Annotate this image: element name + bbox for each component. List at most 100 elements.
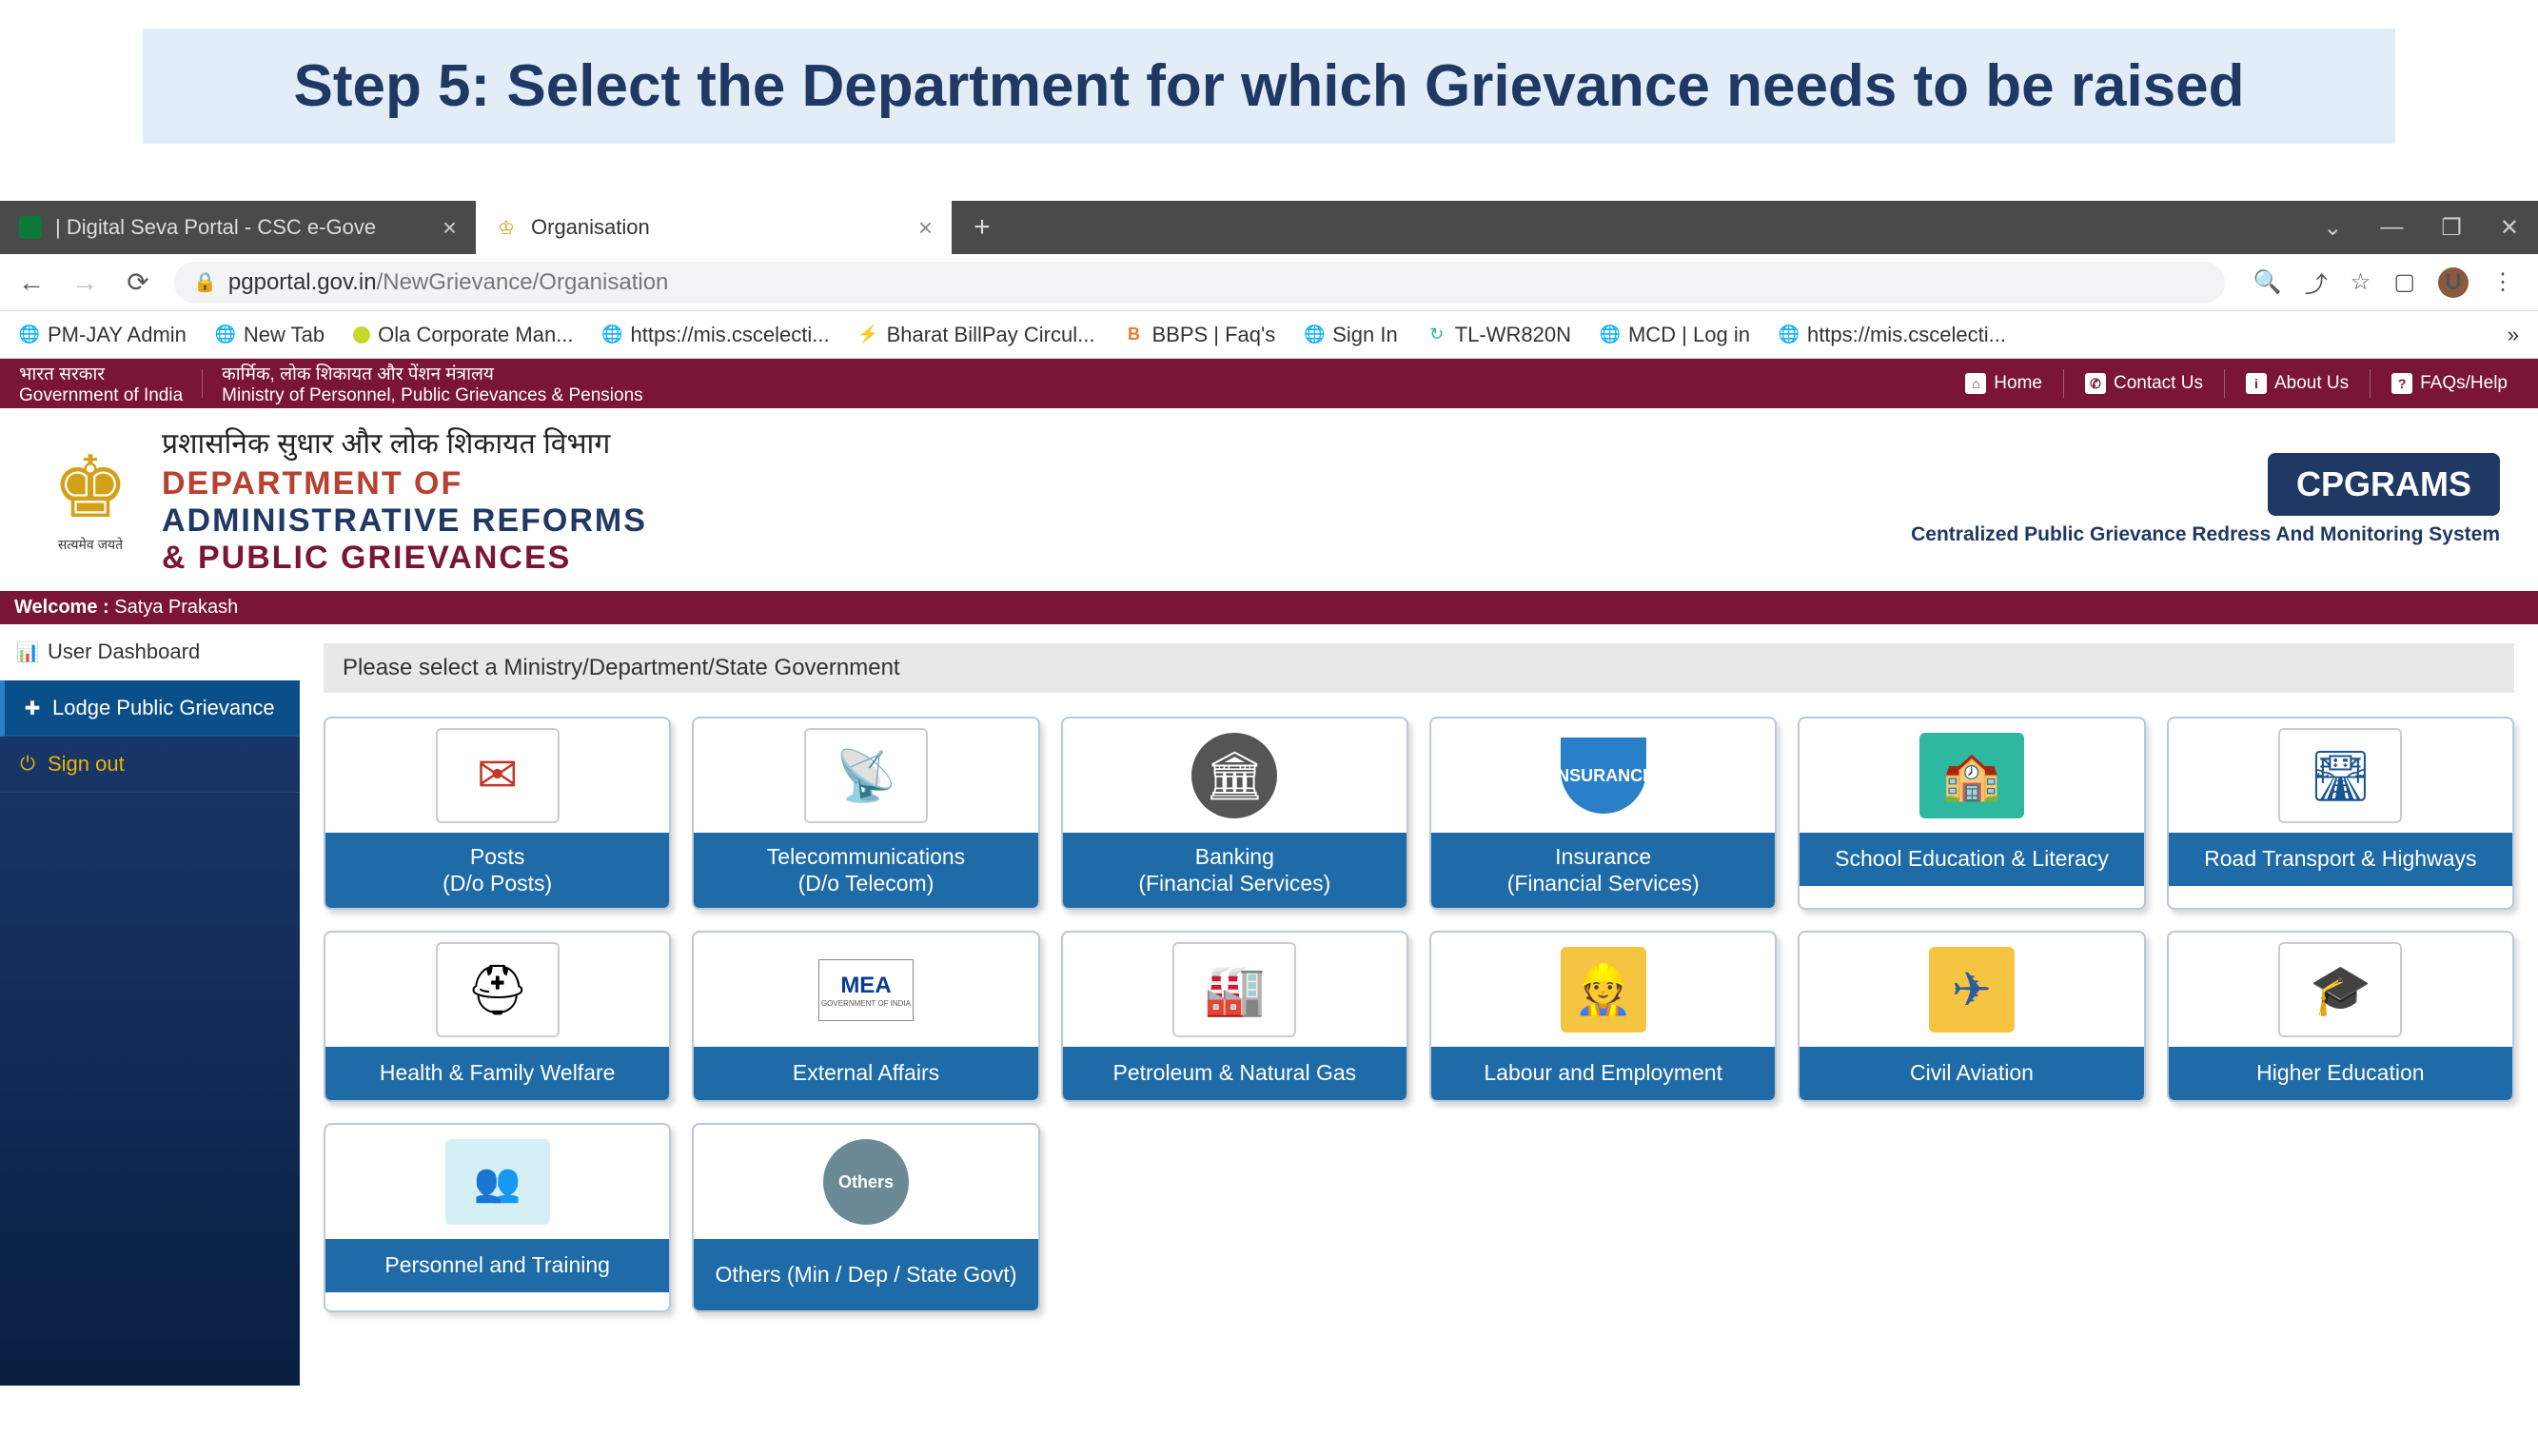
sidebar-item-signout[interactable]: ⏻ Sign out [0,737,300,793]
gov-header-left: भारत सरकार Government of India कार्मिक, … [19,361,643,406]
card-civil-aviation[interactable]: ✈ Civil Aviation [1798,931,2145,1102]
chevron-right-icon: » [2508,323,2519,347]
card-insurance[interactable]: INSURANCE Insurance(Financial Services) [1429,717,1777,910]
bookmarks-overflow[interactable]: » [2508,323,2519,347]
forward-button: → [68,267,102,298]
prompt-text: Please select a Ministry/Department/Stat… [324,643,2514,693]
minimize-icon[interactable]: — [2380,214,2403,241]
card-road-transport[interactable]: 🛣 Road Transport & Highways [2167,717,2514,910]
dept-en-line2: ADMINISTRATIVE REFORMS [162,502,1911,540]
bookmark-mis2[interactable]: 🌐https://mis.cscelecti... [1779,323,2006,347]
dept-titles: प्रशासनिक सुधार और लोक शिकायत विभाग DEPA… [162,423,1911,577]
share-icon[interactable]: ⤴ [2305,266,2328,299]
contact-link[interactable]: ✆Contact Us [2074,373,2214,394]
welcome-label: Welcome : [14,597,109,618]
slide-title: Step 5: Select the Department for which … [171,52,2367,120]
menu-icon[interactable]: ⋮ [2491,268,2514,296]
chevron-down-icon[interactable]: ⌄ [2323,214,2342,242]
card-personnel-training[interactable]: 👥 Personnel and Training [324,1123,671,1312]
road-icon: 🛣 [2278,728,2402,823]
dept-banner: ♚ सत्यमेव जयते प्रशासनिक सुधार और लोक शि… [0,408,2538,591]
card-school-education[interactable]: 🏫 School Education & Literacy [1798,717,2145,910]
training-icon: 👥 [445,1139,550,1225]
department-cards: ✉ Posts(D/o Posts) 📡 Telecommunications(… [324,717,2514,1312]
card-higher-education[interactable]: 🎓 Higher Education [2167,931,2514,1102]
faqs-link[interactable]: ?FAQs/Help [2380,373,2519,394]
bookmark-pmjay[interactable]: 🌐PM-JAY Admin [19,323,187,347]
telecom-icon: 📡 [804,728,928,823]
content-area: Please select a Ministry/Department/Stat… [300,624,2538,1386]
new-tab-button[interactable]: + [961,207,1003,248]
bookmark-mcd[interactable]: 🌐MCD | Log in [1600,323,1750,347]
globe-icon: 🌐 [19,325,40,345]
petroleum-icon: 🏭 [1172,942,1296,1037]
b-icon: B [1123,325,1144,345]
graduate-icon: 🎓 [2278,942,2402,1037]
help-icon: ? [2391,373,2412,394]
sidebar-item-label: Lodge Public Grievance [52,696,275,720]
welcome-user: Satya Prakash [114,597,238,618]
tplink-icon: ↻ [1426,325,1447,345]
main-area: 📊 User Dashboard ✚ Lodge Public Grievanc… [0,624,2538,1386]
back-button[interactable]: ← [14,267,49,298]
school-icon: 🏫 [1919,733,2024,818]
dept-en-line3: & PUBLIC GRIEVANCES [162,540,1911,577]
maximize-icon[interactable]: ❐ [2441,214,2462,242]
bookmark-ola[interactable]: Ola Corporate Man... [353,323,573,347]
close-window-icon[interactable]: ✕ [2500,214,2519,242]
power-icon: ⏻ [17,754,38,776]
about-link[interactable]: iAbout Us [2234,373,2360,394]
card-health[interactable]: ⛑ Health & Family Welfare [324,931,671,1102]
cpgrams-subtitle: Centralized Public Grievance Redress And… [1911,523,2500,546]
search-icon[interactable]: 🔍 [2253,268,2282,296]
posts-icon: ✉ [436,728,560,823]
sidebar-item-dashboard[interactable]: 📊 User Dashboard [0,624,300,680]
sidebar-item-lodge-grievance[interactable]: ✚ Lodge Public Grievance [0,680,300,737]
globe-icon: 🌐 [1600,325,1621,345]
card-others[interactable]: Others Others (Min / Dep / State Govt) [692,1123,1039,1312]
dept-hindi: प्रशासनिक सुधार और लोक शिकायत विभाग [162,423,1911,462]
home-link[interactable]: ⌂Home [1954,373,2054,394]
cpgrams-box: CPGRAMS Centralized Public Grievance Red… [1911,453,2500,546]
close-icon[interactable]: × [918,213,933,243]
emblem-motto: सत्यमेव जयते [58,536,123,554]
gov-header: भारत सरकार Government of India कार्मिक, … [0,359,2538,408]
avatar[interactable]: U [2438,267,2469,298]
welcome-bar: Welcome : Satya Prakash [0,591,2538,624]
circle-icon [353,326,370,344]
others-icon: Others [823,1139,909,1225]
card-posts[interactable]: ✉ Posts(D/o Posts) [324,717,671,910]
card-telecommunications[interactable]: 📡 Telecommunications(D/o Telecom) [692,717,1039,910]
tab-digital-seva[interactable]: | Digital Seva Portal - CSC e-Gove × [0,201,476,254]
bookmark-signin[interactable]: 🌐Sign In [1304,323,1398,347]
tab-organisation[interactable]: ♔ Organisation × [476,201,952,254]
favicon-icon: ♔ [495,216,518,239]
cpgrams-badge: CPGRAMS [2268,453,2500,516]
gov-header-right: ⌂Home ✆Contact Us iAbout Us ?FAQs/Help [1954,369,2519,398]
divider [202,369,203,398]
panel-icon[interactable]: ▢ [2393,268,2415,296]
info-icon: i [2246,373,2267,394]
card-external-affairs[interactable]: MEAGOVERNMENT OF INDIA External Affairs [692,931,1039,1102]
card-labour[interactable]: 👷 Labour and Employment [1429,931,1777,1102]
globe-icon: 🌐 [602,325,623,345]
card-petroleum[interactable]: 🏭 Petroleum & Natural Gas [1061,931,1408,1102]
tab-title: | Digital Seva Portal - CSC e-Gove [55,215,376,240]
plus-icon: ✚ [22,697,43,720]
close-icon[interactable]: × [443,213,457,243]
dept-en-line1: DEPARTMENT OF [162,465,1911,502]
url-text: pgportal.gov.in/NewGrievance/Organisatio… [228,269,668,296]
bookmark-newtab[interactable]: 🌐New Tab [215,323,325,347]
bookmark-bharat[interactable]: ⚡Bharat BillPay Circul... [858,323,1095,347]
reload-button[interactable]: ⟳ [121,266,155,298]
lock-icon: 🔒 [193,270,217,294]
bookmark-tlwr[interactable]: ↻TL-WR820N [1426,323,1571,347]
browser-window: | Digital Seva Portal - CSC e-Gove × ♔ O… [0,201,2538,1386]
star-icon[interactable]: ☆ [2351,268,2371,296]
tab-bar: | Digital Seva Portal - CSC e-Gove × ♔ O… [0,201,2538,254]
bank-icon: 🏛 [1191,733,1277,818]
card-banking[interactable]: 🏛 Banking(Financial Services) [1061,717,1408,910]
url-field[interactable]: 🔒 pgportal.gov.in/NewGrievance/Organisat… [174,262,2225,304]
bookmark-bbps[interactable]: BBBPS | Faq's [1123,323,1275,347]
bookmark-mis1[interactable]: 🌐https://mis.cscelecti... [602,323,830,347]
